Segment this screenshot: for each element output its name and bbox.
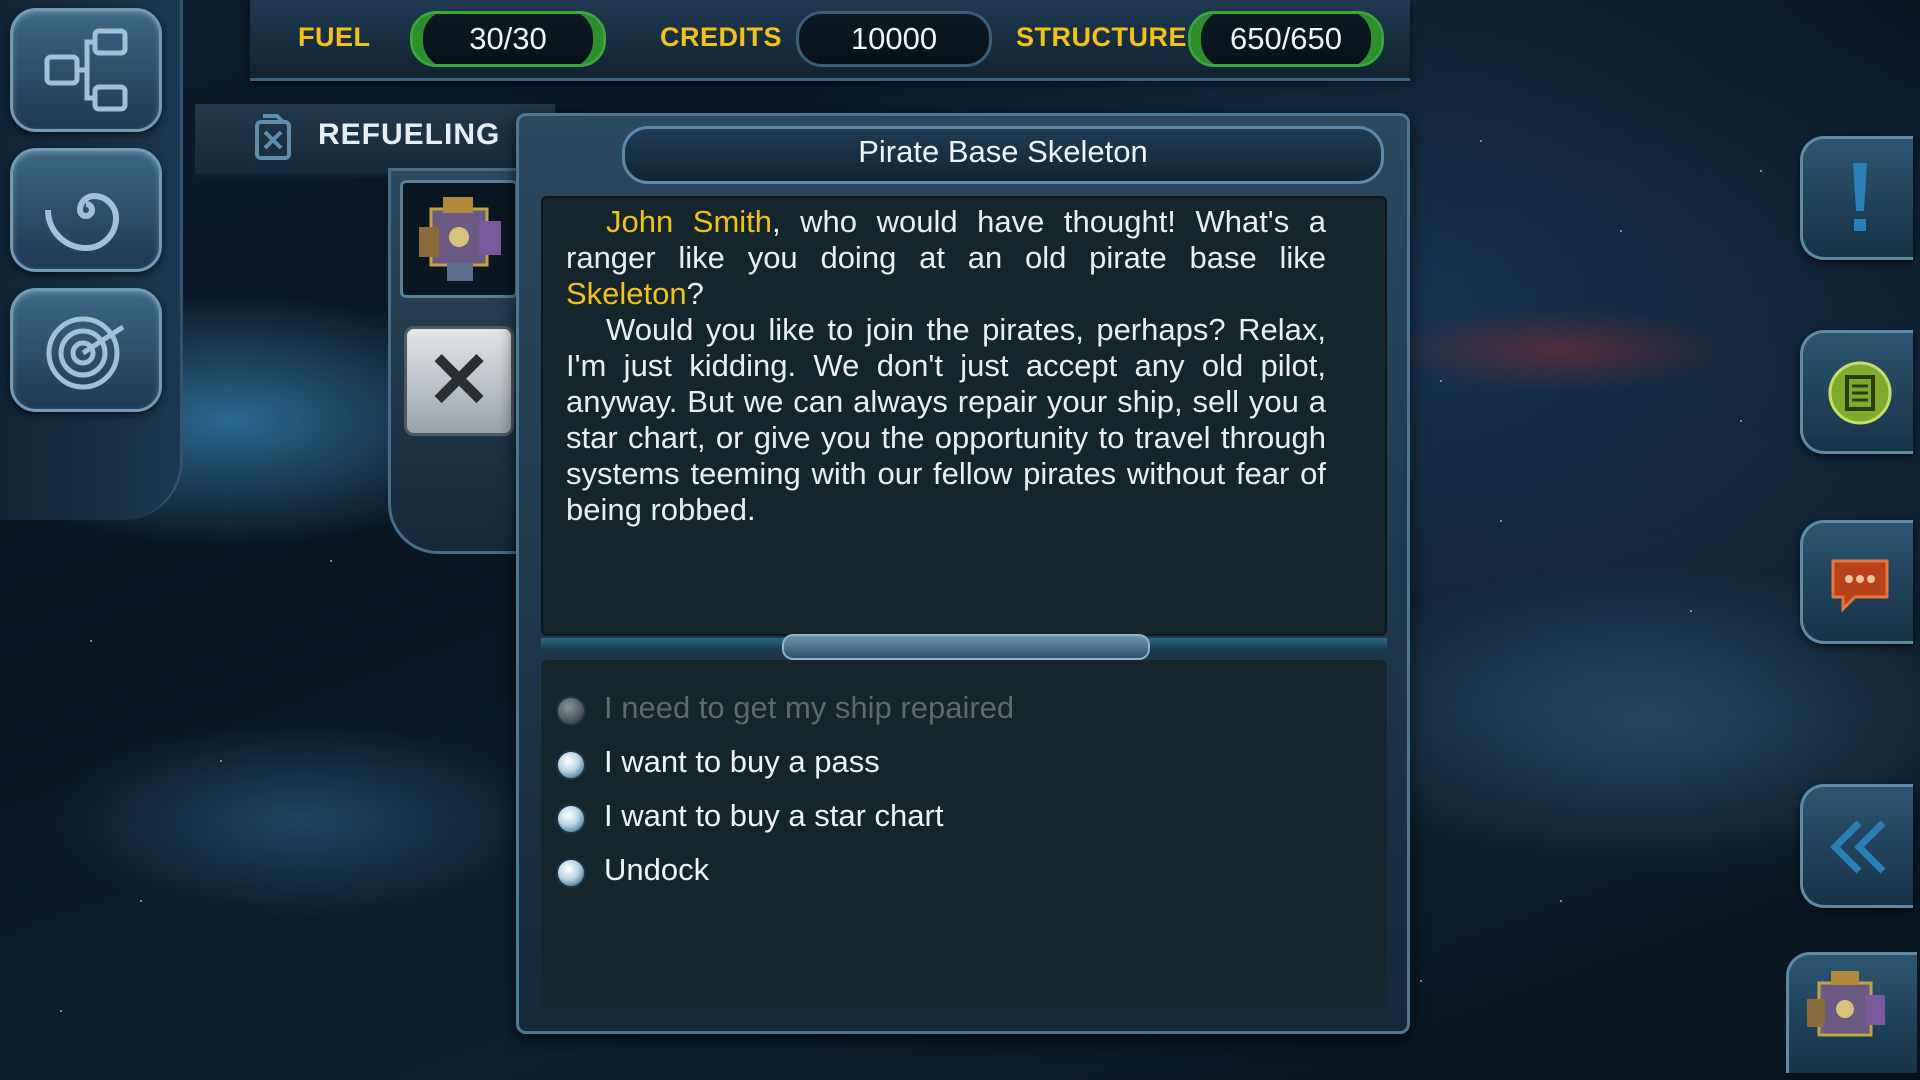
option-label: I want to buy a star chart [604, 798, 944, 833]
paragraph-1-end: ? [686, 276, 704, 311]
network-map-icon [44, 28, 128, 112]
radio-icon [556, 804, 586, 834]
galaxy-button[interactable] [10, 148, 162, 272]
option-label: I need to get my ship repaired [604, 690, 1015, 725]
option-buy-star-chart[interactable]: I want to buy a star chart [556, 796, 1256, 836]
radar-icon [46, 316, 125, 390]
base-name: Skeleton [566, 276, 687, 311]
divider-handle[interactable] [782, 634, 1150, 660]
hud-bar: FUEL 30/30 CREDITS 10000 STRUCTURE 650/6… [250, 0, 1410, 81]
network-map-button[interactable] [10, 8, 162, 132]
back-button[interactable] [1800, 784, 1913, 908]
notes-button[interactable] [1800, 330, 1913, 454]
close-icon: ✕ [426, 336, 492, 424]
close-dialog-button[interactable]: ✕ [404, 326, 514, 436]
alert-button[interactable] [1800, 136, 1913, 260]
pirate-base-portrait [400, 180, 518, 298]
option-repair-ship: I need to get my ship repaired [556, 688, 1256, 728]
player-name: John Smith [606, 204, 773, 239]
radio-icon [556, 696, 586, 726]
dialog-title: Pirate Base Skeleton [858, 134, 1148, 169]
dialog-paragraph-2: Would you like to join the pirates, perh… [566, 312, 1326, 528]
credits-value: 10000 [796, 11, 992, 67]
player-ship-thumbnail[interactable] [1786, 952, 1917, 1073]
fuel-value: 30/30 [410, 11, 606, 67]
option-buy-pass[interactable]: I want to buy a pass [556, 742, 1256, 782]
galaxy-spiral-icon [45, 192, 120, 252]
option-undock[interactable]: Undock [556, 850, 1256, 890]
option-label: I want to buy a pass [604, 744, 880, 779]
structure-label: STRUCTURE [1016, 22, 1187, 52]
ship-icon [1807, 971, 1885, 1037]
radio-icon [556, 858, 586, 888]
dialog-paragraph-1: John Smith, who would have thought! What… [566, 204, 1326, 312]
paragraph-2-text: Would you like to join the pirates, perh… [566, 312, 1326, 527]
pirate-base-icon [419, 197, 501, 281]
fuel-canister-icon [255, 114, 291, 160]
refueling-label: REFUELING [318, 118, 501, 151]
option-label: Undock [604, 852, 710, 887]
back-arrows-icon [1830, 820, 1886, 874]
chat-icon [1831, 559, 1889, 613]
credits-label: CREDITS [660, 22, 783, 52]
radar-button[interactable] [10, 288, 162, 412]
chat-button[interactable] [1800, 520, 1913, 644]
structure-value: 650/650 [1188, 11, 1384, 67]
notes-icon [1828, 361, 1892, 425]
radio-icon [556, 750, 586, 780]
fuel-label: FUEL [298, 22, 371, 52]
alert-icon [1853, 163, 1867, 231]
